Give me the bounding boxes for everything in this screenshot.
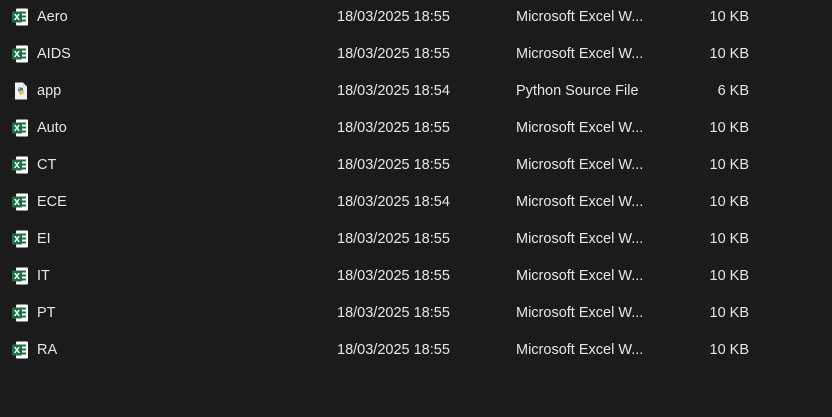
file-name: ECE xyxy=(37,193,67,210)
file-date-modified: 18/03/2025 18:55 xyxy=(337,267,450,284)
svg-text:X: X xyxy=(14,50,21,59)
file-row[interactable]: app 18/03/2025 18:54 Python Source File … xyxy=(0,72,832,109)
file-name: app xyxy=(37,82,62,99)
file-size: 10 KB xyxy=(709,119,750,136)
file-name: CT xyxy=(37,156,57,173)
excel-icon: X xyxy=(11,7,30,26)
svg-text:X: X xyxy=(14,235,21,244)
file-type: Microsoft Excel W... xyxy=(516,267,644,284)
excel-icon: X xyxy=(11,266,30,285)
file-row[interactable]: X RA 18/03/2025 18:55 Microsoft Excel W.… xyxy=(0,331,832,368)
file-date-modified: 18/03/2025 18:55 xyxy=(337,230,450,247)
file-date-modified: 18/03/2025 18:55 xyxy=(337,8,450,25)
file-date-modified: 18/03/2025 18:55 xyxy=(337,119,450,136)
excel-icon: X xyxy=(11,303,30,322)
file-type: Microsoft Excel W... xyxy=(516,193,644,210)
file-name: PT xyxy=(37,304,56,321)
file-row[interactable]: X IT 18/03/2025 18:55 Microsoft Excel W.… xyxy=(0,257,832,294)
file-name: RA xyxy=(37,341,58,358)
file-size: 10 KB xyxy=(709,341,750,358)
excel-icon: X xyxy=(11,44,30,63)
file-name: IT xyxy=(37,267,50,284)
file-date-modified: 18/03/2025 18:55 xyxy=(337,304,450,321)
file-type: Microsoft Excel W... xyxy=(516,304,644,321)
file-size: 10 KB xyxy=(709,304,750,321)
file-row[interactable]: X AIDS 18/03/2025 18:55 Microsoft Excel … xyxy=(0,35,832,72)
file-type: Microsoft Excel W... xyxy=(516,156,644,173)
file-name: EI xyxy=(37,230,51,247)
svg-text:X: X xyxy=(14,13,21,22)
file-size: 10 KB xyxy=(709,156,750,173)
file-type: Microsoft Excel W... xyxy=(516,119,644,136)
excel-icon: X xyxy=(11,155,30,174)
file-type: Microsoft Excel W... xyxy=(516,8,644,25)
excel-icon: X xyxy=(11,340,30,359)
svg-text:X: X xyxy=(14,161,21,170)
file-size: 10 KB xyxy=(709,45,750,62)
svg-text:X: X xyxy=(14,124,21,133)
file-size: 10 KB xyxy=(709,8,750,25)
file-size: 10 KB xyxy=(709,267,750,284)
svg-text:X: X xyxy=(14,346,21,355)
file-list: X Aero 18/03/2025 18:55 Microsoft Excel … xyxy=(0,0,832,417)
file-row[interactable]: X PT 18/03/2025 18:55 Microsoft Excel W.… xyxy=(0,294,832,331)
excel-icon: X xyxy=(11,229,30,248)
file-size: 10 KB xyxy=(709,193,750,210)
svg-text:X: X xyxy=(14,198,21,207)
file-row[interactable]: X Auto 18/03/2025 18:55 Microsoft Excel … xyxy=(0,109,832,146)
excel-icon: X xyxy=(11,192,30,211)
file-name: AIDS xyxy=(37,45,71,62)
file-date-modified: 18/03/2025 18:55 xyxy=(337,156,450,173)
file-name: Aero xyxy=(37,8,68,25)
excel-icon: X xyxy=(11,118,30,137)
file-date-modified: 18/03/2025 18:54 xyxy=(337,193,450,210)
file-type: Microsoft Excel W... xyxy=(516,230,644,247)
file-row[interactable]: X EI 18/03/2025 18:55 Microsoft Excel W.… xyxy=(0,220,832,257)
file-size: 10 KB xyxy=(709,230,750,247)
file-date-modified: 18/03/2025 18:55 xyxy=(337,45,450,62)
file-row[interactable]: X CT 18/03/2025 18:55 Microsoft Excel W.… xyxy=(0,146,832,183)
file-type: Microsoft Excel W... xyxy=(516,341,644,358)
file-size: 6 KB xyxy=(717,82,749,99)
file-date-modified: 18/03/2025 18:55 xyxy=(337,341,450,358)
svg-text:X: X xyxy=(14,272,21,281)
file-type: Python Source File xyxy=(516,82,639,99)
file-type: Microsoft Excel W... xyxy=(516,45,644,62)
file-row[interactable]: X ECE 18/03/2025 18:54 Microsoft Excel W… xyxy=(0,183,832,220)
file-row[interactable]: X Aero 18/03/2025 18:55 Microsoft Excel … xyxy=(0,0,832,35)
file-date-modified: 18/03/2025 18:54 xyxy=(337,82,450,99)
python-icon xyxy=(11,81,30,100)
file-name: Auto xyxy=(37,119,67,136)
svg-text:X: X xyxy=(14,309,21,318)
